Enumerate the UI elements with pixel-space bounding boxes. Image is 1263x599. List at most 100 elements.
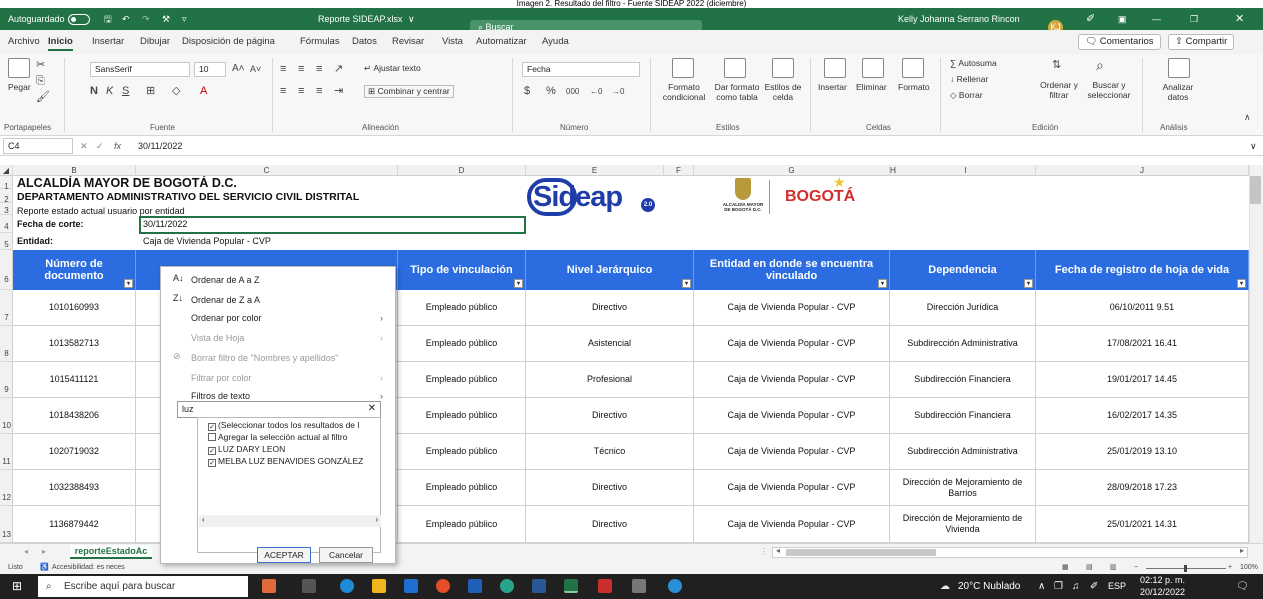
- font-size-field[interactable]: 10: [194, 62, 226, 77]
- format-cells-button[interactable]: Formato: [898, 82, 930, 92]
- cell-entidad[interactable]: Caja de Vivienda Popular - CVP: [694, 362, 890, 397]
- cell-styles-icon[interactable]: [772, 58, 794, 78]
- cell-entidad[interactable]: Caja de Vivienda Popular - CVP: [694, 470, 890, 505]
- cell-nivel[interactable]: Directivo: [526, 470, 694, 505]
- edge-icon[interactable]: [340, 579, 354, 593]
- language-indicator[interactable]: ESP: [1108, 574, 1126, 599]
- cell-documento[interactable]: 1010160993: [13, 290, 136, 325]
- cell-nivel[interactable]: Directivo: [526, 506, 694, 542]
- filter-dropdown-icon[interactable]: ▾: [1024, 279, 1033, 288]
- cell-documento[interactable]: 1032388493: [13, 470, 136, 505]
- menu-datos[interactable]: Datos: [352, 36, 377, 47]
- filter-dropdown-icon[interactable]: ▾: [514, 279, 523, 288]
- th-fecha-registro[interactable]: Fecha de registro de hoja de vida ▾: [1036, 250, 1249, 290]
- align-bottom-icon[interactable]: ≡: [316, 62, 322, 76]
- sheet-tab[interactable]: reporteEstadoAc: [70, 545, 152, 559]
- pen-icon[interactable]: ✐: [1086, 8, 1095, 30]
- row-header[interactable]: 11: [0, 434, 13, 470]
- scroll-right-icon[interactable]: ▸: [1240, 546, 1244, 555]
- cell-entidad[interactable]: Caja de Vivienda Popular - CVP: [694, 434, 890, 469]
- cell-fecha[interactable]: 25/01/2021 14.31: [1036, 506, 1249, 542]
- find-select-button[interactable]: Buscar y seleccionar: [1080, 80, 1138, 100]
- text-filters-option[interactable]: Filtros de texto: [191, 391, 250, 401]
- row-header[interactable]: 4: [0, 215, 13, 233]
- user-name[interactable]: Kelly Johanna Serrano Rincon: [898, 8, 1020, 30]
- col-header-g[interactable]: G: [694, 165, 890, 176]
- italic-icon[interactable]: K: [106, 84, 113, 98]
- expand-formula-icon[interactable]: ∨: [1250, 136, 1257, 156]
- th-entidad[interactable]: Entidad en donde se encuentra vinculado ▾: [694, 250, 890, 290]
- align-left-icon[interactable]: ≡: [280, 84, 286, 98]
- normal-view-icon[interactable]: ▦: [1062, 562, 1069, 574]
- windows-start-icon[interactable]: ⊞: [12, 574, 22, 599]
- bold-icon[interactable]: N: [90, 84, 98, 98]
- col-header-e[interactable]: E: [526, 165, 664, 176]
- menu-ayuda[interactable]: Ayuda: [542, 36, 569, 47]
- cut-icon[interactable]: ✂: [36, 58, 45, 72]
- cell-documento[interactable]: 1020719032: [13, 434, 136, 469]
- undo-icon[interactable]: ↶: [122, 8, 130, 30]
- shrink-font-icon[interactable]: A˅: [250, 62, 261, 76]
- col-header-f[interactable]: F: [664, 165, 694, 176]
- sort-filter-button[interactable]: Ordenar y filtrar: [1040, 80, 1078, 100]
- align-middle-icon[interactable]: ≡: [298, 62, 304, 76]
- cell-tipo[interactable]: Empleado público: [398, 434, 526, 469]
- cell-dependencia[interactable]: Dirección de Mejoramiento de Barrios: [890, 470, 1036, 505]
- volume-icon[interactable]: ♫: [1072, 574, 1080, 599]
- format-painter-icon[interactable]: 🖌: [36, 90, 50, 104]
- share-button[interactable]: ⇧ Compartir: [1168, 34, 1235, 50]
- close-icon[interactable]: ✕: [1235, 8, 1244, 30]
- word-icon[interactable]: [532, 579, 546, 593]
- cell-entidad[interactable]: Caja de Vivienda Popular - CVP: [694, 290, 890, 325]
- insert-cells-icon[interactable]: [824, 58, 846, 78]
- horizontal-thumb[interactable]: [786, 549, 936, 556]
- font-name-field[interactable]: SansSerif: [90, 62, 190, 77]
- clock-date[interactable]: 20/12/2022: [1140, 580, 1185, 599]
- th-dependencia[interactable]: Dependencia ▾: [890, 250, 1036, 290]
- row-header[interactable]: 8: [0, 326, 13, 362]
- mail-icon[interactable]: [468, 579, 482, 593]
- zoom-out-icon[interactable]: −: [1134, 562, 1138, 574]
- filter-dropdown-icon[interactable]: ▾: [1237, 279, 1246, 288]
- paint-app-icon[interactable]: [632, 579, 646, 593]
- cell-tipo[interactable]: Empleado público: [398, 398, 526, 433]
- accessibility-status[interactable]: Accesibilidad: es neces: [52, 562, 125, 574]
- task-view-icon[interactable]: [302, 579, 316, 593]
- filter-search-input[interactable]: luz ✕: [177, 401, 381, 418]
- increase-decimal-icon[interactable]: ←0: [590, 85, 602, 99]
- grow-font-icon[interactable]: A˄: [232, 62, 245, 76]
- cell-dependencia[interactable]: Subdirección Financiera: [890, 398, 1036, 433]
- menu-revisar[interactable]: Revisar: [392, 36, 424, 47]
- checkbox-checked-icon[interactable]: ✓: [208, 447, 216, 455]
- align-center-icon[interactable]: ≡: [298, 84, 304, 98]
- cell-nivel[interactable]: Técnico: [526, 434, 694, 469]
- percent-icon[interactable]: %: [546, 84, 556, 98]
- menu-disposicion[interactable]: Disposición de página: [182, 36, 275, 47]
- prev-sheet-icon[interactable]: ◂: [24, 547, 28, 556]
- fx-icon[interactable]: fx: [114, 136, 121, 156]
- analyze-data-button[interactable]: Analizar datos: [1152, 82, 1204, 102]
- decrease-decimal-icon[interactable]: →0: [612, 85, 624, 99]
- delete-cells-button[interactable]: Eliminar: [856, 82, 887, 92]
- cell-documento[interactable]: 1018438206: [13, 398, 136, 433]
- scrollbar-thumb[interactable]: [1250, 176, 1261, 204]
- paste-icon[interactable]: [8, 58, 30, 78]
- checkbox-checked-icon[interactable]: ✓: [208, 459, 216, 467]
- cell-dependencia[interactable]: Dirección Jurídica: [890, 290, 1036, 325]
- cell-tipo[interactable]: Empleado público: [398, 290, 526, 325]
- analyze-data-icon[interactable]: [1168, 58, 1190, 78]
- find-icon[interactable]: ⌕: [1096, 58, 1104, 72]
- list-item[interactable]: ✓ LUZ DARY LEON: [208, 444, 285, 455]
- conditional-format-button[interactable]: Formato condicional: [656, 82, 712, 102]
- th-numero-documento[interactable]: Número de documento ▾: [13, 250, 136, 290]
- cell-dependencia[interactable]: Subdirección Administrativa: [890, 326, 1036, 361]
- row-header[interactable]: 9: [0, 362, 13, 398]
- checkbox-checked-icon[interactable]: ✓: [208, 423, 216, 431]
- filter-list-hscrollbar[interactable]: ‹ ›: [199, 515, 381, 527]
- col-header-j[interactable]: J: [1036, 165, 1249, 176]
- wrap-text-button[interactable]: ↵ Ajustar texto: [364, 63, 421, 74]
- borders-icon[interactable]: ⊞: [146, 84, 155, 98]
- menu-automatizar[interactable]: Automatizar: [476, 36, 527, 47]
- taskbar-app-icon[interactable]: [262, 579, 276, 593]
- customize-toolbar-icon[interactable]: ▿: [182, 8, 187, 30]
